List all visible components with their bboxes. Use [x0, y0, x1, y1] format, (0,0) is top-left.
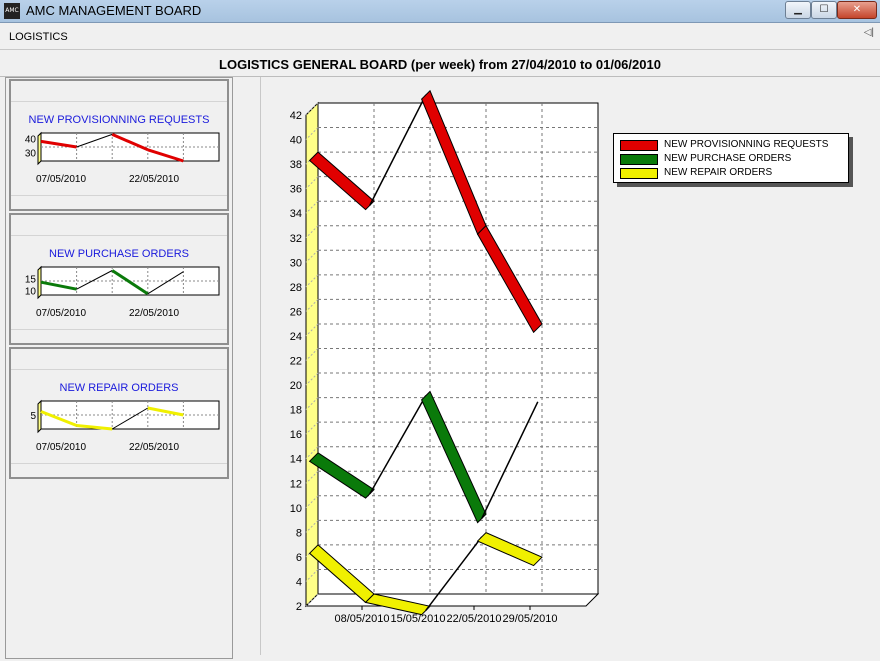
- y-tick-label: 28: [290, 282, 302, 294]
- legend-swatch: [620, 154, 658, 165]
- legend-swatch: [620, 168, 658, 179]
- x-tick-label: 08/05/2010: [334, 613, 389, 625]
- y-tick-label: 18: [290, 405, 302, 417]
- y-tick-label: 24: [290, 331, 302, 343]
- y-tick-label: 16: [290, 429, 302, 441]
- x-tick-label: 15/05/2010: [390, 613, 445, 625]
- y-tick-label: 14: [290, 454, 302, 466]
- x-tick-label: 29/05/2010: [502, 613, 557, 625]
- main-chart: 2468101214161820222426283032343638404208…: [290, 89, 600, 625]
- y-tick-label: 36: [290, 184, 302, 196]
- y-tick-label: 20: [290, 380, 302, 392]
- legend-swatch: [620, 140, 658, 151]
- legend-label: NEW REPAIR ORDERS: [664, 167, 773, 178]
- legend-label: NEW PURCHASE ORDERS: [664, 153, 792, 164]
- y-tick-label: 2: [296, 601, 302, 613]
- y-tick-label: 34: [290, 208, 302, 220]
- x-tick-label: 22/05/2010: [446, 613, 501, 625]
- y-tick-label: 4: [296, 576, 302, 588]
- chart-legend: NEW PROVISIONNING REQUESTS NEW PURCHASE …: [613, 133, 849, 183]
- y-tick-label: 12: [290, 478, 302, 490]
- chart-floor: [304, 593, 600, 607]
- y-tick-label: 22: [290, 356, 302, 368]
- y-tick-label: 38: [290, 159, 302, 171]
- legend-label: NEW PROVISIONNING REQUESTS: [664, 139, 829, 150]
- y-tick-label: 8: [296, 527, 302, 539]
- y-tick-label: 26: [290, 306, 302, 318]
- y-tick-label: 6: [296, 552, 302, 564]
- y-tick-label: 40: [290, 135, 302, 147]
- y-tick-label: 42: [290, 110, 302, 122]
- y-tick-label: 32: [290, 233, 302, 245]
- y-tick-label: 10: [290, 503, 302, 515]
- y-tick-label: 30: [290, 257, 302, 269]
